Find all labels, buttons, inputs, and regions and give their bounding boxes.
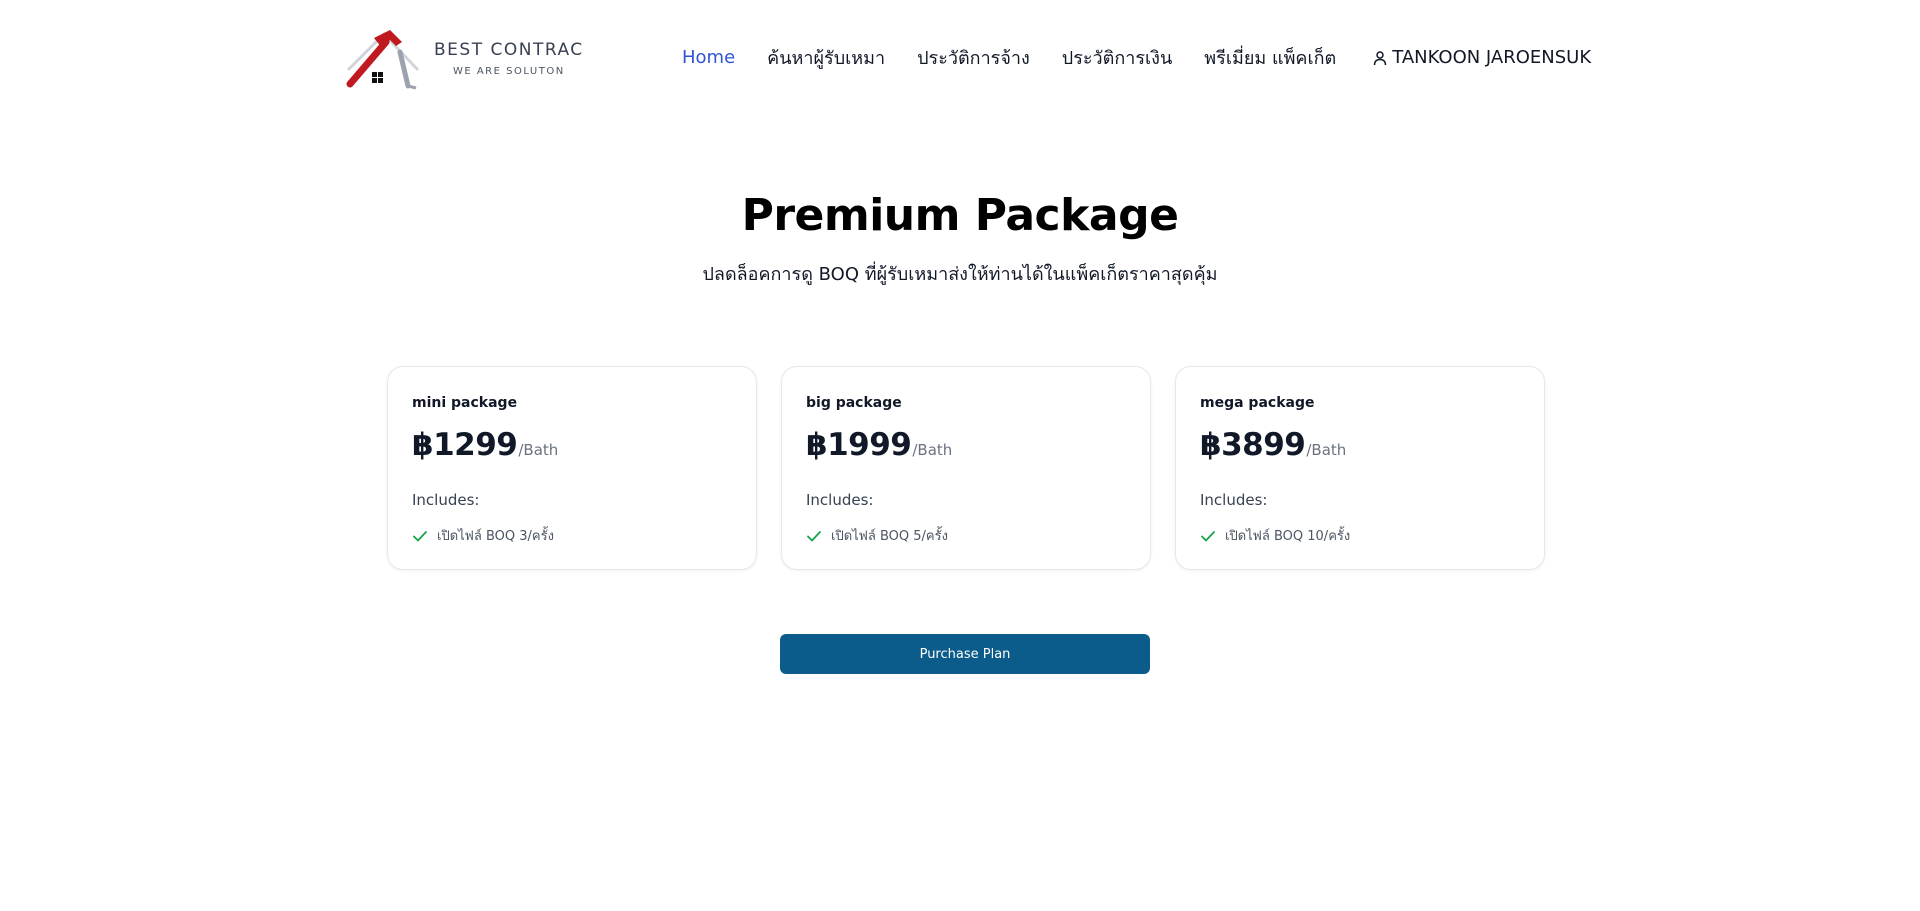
feature-text: เปิดไฟล์ BOQ 3/ครั้ง — [437, 529, 554, 544]
price-row: ฿1999 /Bath — [806, 427, 1126, 463]
package-price: ฿3899 — [1200, 427, 1306, 463]
nav-find-contractor[interactable]: ค้นหาผู้รับเหมา — [767, 43, 885, 72]
page-title: Premium Package — [741, 190, 1179, 241]
brand-tagline: WE ARE SOLUTON — [452, 65, 565, 77]
package-name: mega package — [1200, 395, 1315, 411]
package-name: mini package — [412, 395, 518, 411]
package-cards: mini package ฿1299 /Bath Includes: เปิดไ… — [387, 366, 1545, 570]
purchase-plan-button[interactable]: Purchase Plan — [780, 634, 1150, 674]
user-icon — [1373, 50, 1387, 65]
page-subtitle: ปลดล็อคการดู BOQ ที่ผู้รับเหมาส่งให้ท่าน… — [702, 264, 1218, 285]
check-icon — [1201, 530, 1215, 541]
check-icon — [413, 530, 427, 541]
user-name: TANKOON JAROENSUK — [1392, 47, 1592, 68]
price-unit: /Bath — [1306, 441, 1347, 459]
package-name: big package — [806, 395, 902, 411]
price-row: ฿3899 /Bath — [1200, 427, 1520, 463]
feature-item: เปิดไฟล์ BOQ 3/ครั้ง — [412, 525, 732, 546]
feature-item: เปิดไฟล์ BOQ 10/ครั้ง — [1200, 525, 1520, 546]
nav-payment-history[interactable]: ประวัติการเงิน — [1062, 43, 1172, 72]
check-icon — [807, 530, 821, 541]
site-header: BEST CONTRAC WE ARE SOLUTON Home ค้นหาผู… — [0, 0, 1920, 110]
user-menu[interactable]: TANKOON JAROENSUK — [1372, 47, 1591, 68]
hero: Premium Package ปลดล็อคการดู BOQ ที่ผู้ร… — [0, 190, 1920, 288]
feature-text: เปิดไฟล์ BOQ 10/ครั้ง — [1225, 529, 1351, 544]
brand-name: BEST CONTRAC — [434, 39, 584, 60]
feature-text: เปิดไฟล์ BOQ 5/ครั้ง — [831, 529, 948, 544]
price-unit: /Bath — [912, 441, 953, 459]
includes-label: Includes: — [1200, 491, 1268, 509]
includes-label: Includes: — [412, 491, 480, 509]
logo-text: BEST CONTRAC WE ARE SOLUTON — [434, 40, 584, 77]
nav-hire-history[interactable]: ประวัติการจ้าง — [917, 43, 1030, 72]
nav-home[interactable]: Home — [682, 47, 735, 68]
logo[interactable]: BEST CONTRAC WE ARE SOLUTON — [344, 26, 584, 90]
nav-premium-package[interactable]: พรีเมี่ยม แพ็คเก็ต — [1204, 43, 1336, 72]
package-card-mini[interactable]: mini package ฿1299 /Bath Includes: เปิดไ… — [387, 366, 757, 570]
logo-hammer-house-icon — [346, 30, 420, 90]
main-nav: Home ค้นหาผู้รับเหมา ประวัติการจ้าง ประว… — [682, 43, 1591, 72]
package-price: ฿1999 — [806, 427, 912, 463]
includes-label: Includes: — [806, 491, 874, 509]
package-card-mega[interactable]: mega package ฿3899 /Bath Includes: เปิดไ… — [1175, 366, 1545, 570]
price-unit: /Bath — [518, 441, 559, 459]
package-card-big[interactable]: big package ฿1999 /Bath Includes: เปิดไฟ… — [781, 366, 1151, 570]
package-price: ฿1299 — [412, 427, 518, 463]
feature-item: เปิดไฟล์ BOQ 5/ครั้ง — [806, 525, 1126, 546]
price-row: ฿1299 /Bath — [412, 427, 732, 463]
